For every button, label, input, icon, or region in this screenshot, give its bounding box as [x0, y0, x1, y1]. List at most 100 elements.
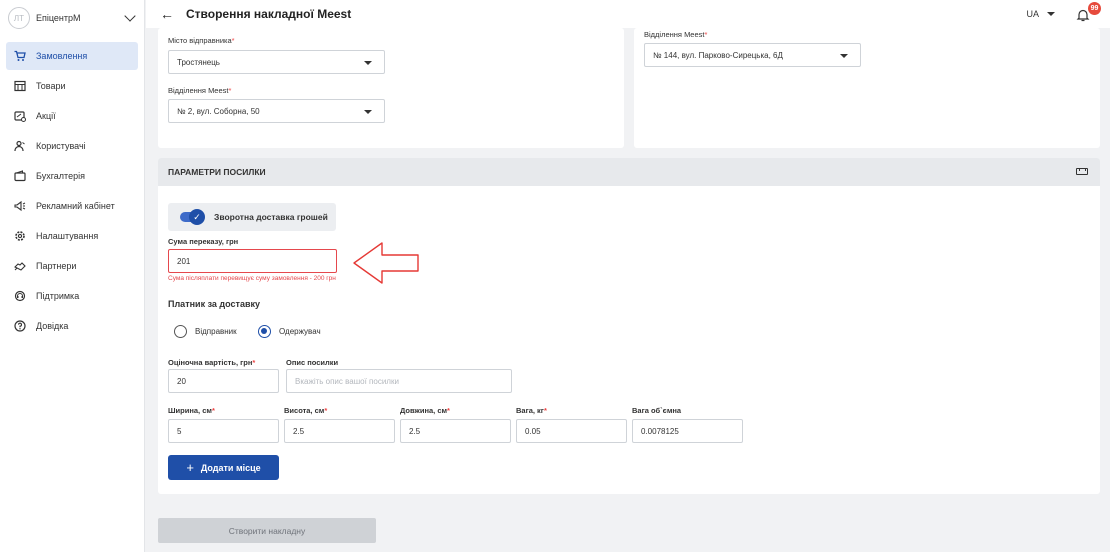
declared-value-input[interactable]: 20 — [168, 369, 279, 393]
megaphone-icon — [14, 200, 26, 212]
radio-circle-icon — [174, 325, 187, 338]
volume-weight-label: Вага об`ємна — [632, 406, 682, 415]
payer-sender-label: Відправник — [195, 327, 237, 336]
radio-selected-icon — [258, 325, 271, 338]
create-waybill-label: Створити накладну — [228, 525, 306, 536]
dropdown-caret-icon — [364, 110, 372, 114]
transfer-amount-label: Сума переказу, грн — [168, 237, 239, 246]
height-input[interactable]: 2.5 — [284, 419, 395, 443]
sidebar-item-partners[interactable]: Партнери — [6, 252, 138, 280]
transfer-amount-input[interactable]: 201 — [168, 249, 337, 273]
sidebar-item-accounting[interactable]: Бухгалтерія — [6, 162, 138, 190]
sidebar-item-label: Довідка — [36, 321, 69, 331]
section-header: ПАРАМЕТРИ ПОСИЛКИ — [158, 158, 1100, 186]
caret-down-icon — [1047, 12, 1055, 16]
description-label: Опис посилки — [286, 358, 339, 367]
recipient-branch-label: Відділення Meest* — [644, 30, 708, 39]
help-icon — [14, 320, 26, 332]
company-name: ЕпіцентрМ — [36, 13, 81, 23]
width-label: Ширина, см* — [168, 406, 215, 415]
language-selector[interactable]: UA — [1026, 9, 1055, 19]
company-switcher[interactable]: ЛТ ЕпіцентрМ — [0, 0, 144, 36]
sidebar: ЛТ ЕпіцентрМ Замовлення Товари Акції Кор… — [0, 0, 145, 552]
sidebar-item-products[interactable]: Товари — [6, 72, 138, 100]
payer-sender-radio[interactable]: Відправник — [174, 325, 237, 338]
recipient-branch-value: № 144, вул. Парково-Сирецька, 6Д — [653, 50, 783, 60]
volume-weight-input[interactable]: 0.0078125 — [632, 419, 743, 443]
chevron-down-icon — [124, 10, 136, 22]
sidebar-item-label: Користувачі — [36, 141, 86, 151]
gear-icon — [14, 230, 26, 242]
width-input[interactable]: 5 — [168, 419, 279, 443]
wallet-icon — [14, 170, 26, 182]
length-label: Довжина, см* — [400, 406, 450, 415]
sender-branch-select[interactable]: № 2, вул. Соборна, 50 — [168, 99, 385, 123]
sidebar-item-support[interactable]: Підтримка — [6, 282, 138, 310]
sidebar-item-label: Підтримка — [36, 291, 80, 301]
sidebar-item-label: Рекламний кабінет — [36, 201, 115, 211]
weight-input[interactable]: 0.05 — [516, 419, 627, 443]
sidebar-nav: Замовлення Товари Акції Користувачі Бухг… — [0, 42, 144, 340]
height-value: 2.5 — [293, 426, 305, 436]
back-arrow-icon[interactable]: ← — [160, 6, 174, 22]
sidebar-item-help[interactable]: Довідка — [6, 312, 138, 340]
sidebar-item-label: Налаштування — [36, 231, 99, 241]
sidebar-item-label: Акції — [36, 111, 56, 121]
plus-icon: + — [186, 460, 194, 475]
declared-value: 20 — [177, 376, 186, 386]
handshake-icon — [14, 260, 26, 272]
add-place-button[interactable]: + Додати місце — [168, 455, 279, 480]
width-value: 5 — [177, 426, 182, 436]
add-place-label: Додати місце — [200, 462, 261, 473]
transfer-error-message: Сума післяплати перевищує суму замовленн… — [168, 275, 336, 282]
payer-recipient-radio[interactable]: Одержувач — [258, 325, 321, 338]
cod-toggle-switch[interactable]: ✓ — [180, 209, 205, 225]
sender-branch-label: Відділення Meest* — [168, 86, 232, 95]
support-icon — [14, 290, 26, 302]
page-title: Створення накладної Meest — [186, 7, 352, 21]
sender-city-value: Тростянець — [177, 57, 220, 67]
section-title: ПАРАМЕТРИ ПОСИЛКИ — [168, 167, 266, 177]
dropdown-caret-icon — [364, 61, 372, 65]
length-value: 2.5 — [409, 426, 421, 436]
red-arrow-annotation-icon — [353, 242, 419, 284]
store-icon — [14, 80, 26, 92]
transfer-amount-value: 201 — [177, 256, 191, 266]
avatar: ЛТ — [8, 7, 30, 29]
cod-toggle-row[interactable]: ✓ Зворотна доставка грошей — [168, 203, 336, 231]
sidebar-item-ad-cabinet[interactable]: Рекламний кабінет — [6, 192, 138, 220]
promo-icon — [14, 110, 26, 122]
payer-title: Платник за доставку — [168, 299, 260, 309]
top-bar: ← Створення накладної Meest UA 99 — [146, 0, 1110, 28]
declared-value-label: Оціночна вартість, грн* — [168, 358, 256, 367]
users-icon — [14, 140, 26, 152]
create-waybill-button[interactable]: Створити накладну — [158, 518, 376, 543]
language-label: UA — [1026, 9, 1039, 19]
sidebar-item-orders[interactable]: Замовлення — [6, 42, 138, 70]
length-input[interactable]: 2.5 — [400, 419, 511, 443]
sidebar-item-users[interactable]: Користувачі — [6, 132, 138, 160]
recipient-branch-select[interactable]: № 144, вул. Парково-Сирецька, 6Д — [644, 43, 861, 67]
sender-city-select[interactable]: Тростянець — [168, 50, 385, 74]
notification-badge: 99 — [1088, 2, 1101, 15]
height-label: Висота, см* — [284, 406, 328, 415]
payer-recipient-label: Одержувач — [279, 327, 321, 336]
sidebar-item-label: Товари — [36, 81, 66, 91]
sidebar-item-label: Замовлення — [36, 51, 88, 61]
sidebar-item-settings[interactable]: Налаштування — [6, 222, 138, 250]
description-placeholder: Вкажіть опис вашої посилки — [295, 376, 399, 386]
check-icon: ✓ — [189, 209, 205, 225]
ruler-icon[interactable] — [1076, 168, 1088, 175]
sidebar-item-label: Бухгалтерія — [36, 171, 85, 181]
sender-city-label: Місто відправника* — [168, 36, 235, 45]
volume-weight-value: 0.0078125 — [641, 426, 679, 436]
cart-icon — [14, 50, 26, 62]
sidebar-item-label: Партнери — [36, 261, 77, 271]
cod-toggle-label: Зворотна доставка грошей — [214, 212, 328, 222]
description-input[interactable]: Вкажіть опис вашої посилки — [286, 369, 512, 393]
weight-value: 0.05 — [525, 426, 541, 436]
dropdown-caret-icon — [840, 54, 848, 58]
weight-label: Вага, кг* — [516, 406, 547, 415]
sender-branch-value: № 2, вул. Соборна, 50 — [177, 106, 260, 116]
sidebar-item-promotions[interactable]: Акції — [6, 102, 138, 130]
